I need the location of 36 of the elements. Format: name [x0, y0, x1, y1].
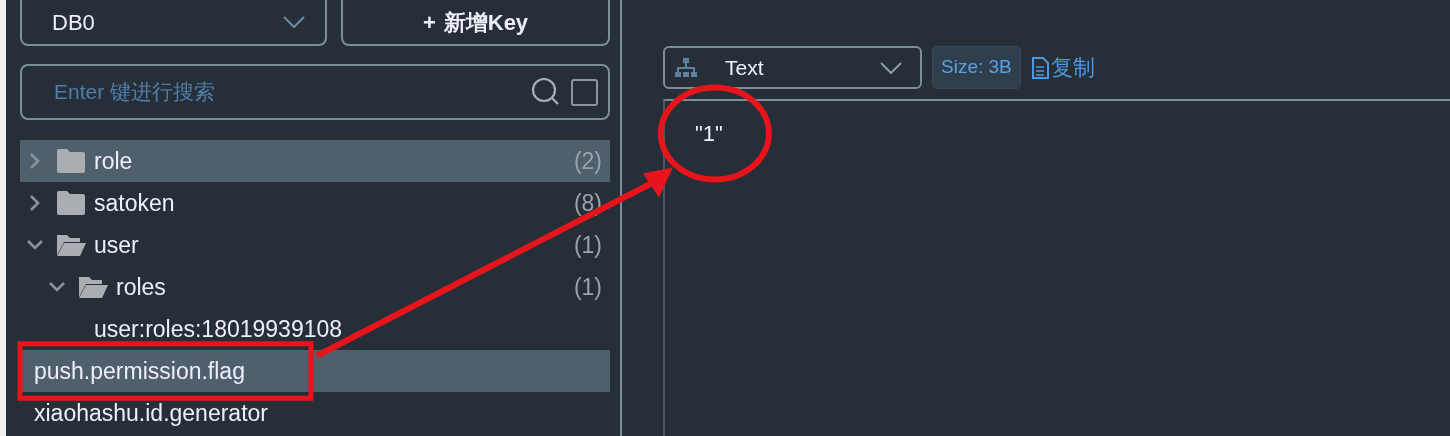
- database-select[interactable]: DB0: [20, 0, 327, 46]
- key-row[interactable]: push.permission.flag: [20, 350, 610, 392]
- add-key-button[interactable]: + 新增Key: [341, 0, 610, 46]
- value-text: "1": [695, 121, 723, 146]
- copy-link[interactable]: 复制: [1030, 51, 1095, 84]
- checkbox[interactable]: [571, 78, 598, 106]
- key-row[interactable]: user:roles:18019939108: [20, 308, 610, 350]
- document-icon: [1030, 56, 1049, 79]
- key-name: push.permission.flag: [34, 356, 245, 386]
- open-folder-icon: [56, 232, 86, 258]
- chevron-down-icon: [283, 16, 305, 28]
- chevron-down-icon: [880, 61, 902, 74]
- key-count: (1): [573, 272, 603, 302]
- database-value: DB0: [52, 8, 95, 37]
- key-name: xiaohashu.id.generator: [34, 398, 268, 428]
- folder-name: satoken: [94, 188, 175, 218]
- value-editor[interactable]: "1": [663, 99, 1450, 436]
- search-input[interactable]: Enter 键进行搜索: [52, 75, 521, 109]
- folder-name: role: [94, 146, 133, 176]
- size-badge: Size: 3B: [932, 46, 1021, 89]
- open-folder-icon: [78, 274, 108, 300]
- folder-row[interactable]: role (2): [20, 140, 610, 182]
- folder-icon: [56, 148, 86, 174]
- key-name: user:roles:18019939108: [94, 314, 343, 344]
- key-count: (1): [573, 230, 603, 260]
- folder-icon: [56, 190, 86, 216]
- key-row[interactable]: xiaohashu.id.generator: [20, 392, 610, 434]
- folder-name: user: [94, 230, 139, 260]
- folder-row[interactable]: roles (1): [20, 266, 610, 308]
- key-count: (2): [573, 146, 603, 176]
- folder-name: roles: [116, 272, 166, 302]
- search-field[interactable]: Enter 键进行搜索: [20, 64, 610, 120]
- search-icon: [531, 77, 561, 107]
- hierarchy-icon: [675, 57, 697, 78]
- format-select[interactable]: Text: [663, 46, 922, 89]
- folder-row[interactable]: user (1): [20, 224, 610, 266]
